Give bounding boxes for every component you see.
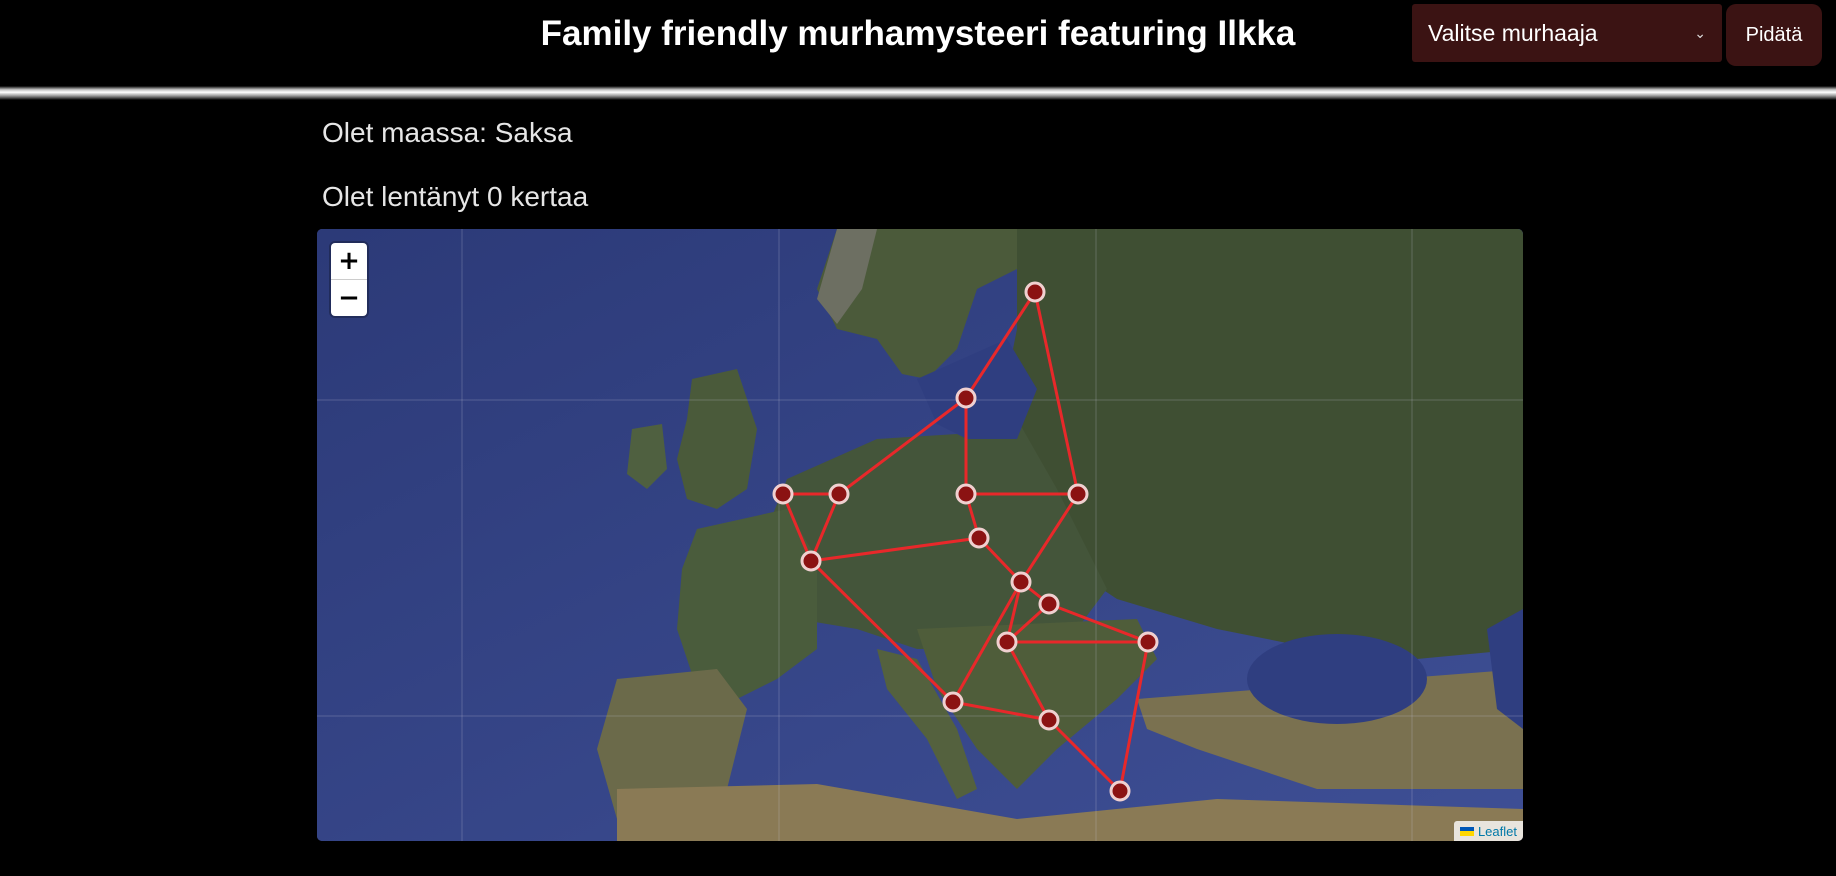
location-marker <box>828 483 850 505</box>
location-marker <box>1038 709 1060 731</box>
location-marker <box>1038 593 1060 615</box>
location-marker <box>955 387 977 409</box>
location-marker <box>1010 571 1032 593</box>
location-marker <box>942 691 964 713</box>
location-marker <box>955 483 977 505</box>
flight-count: Olet lentänyt 0 kertaa <box>322 181 589 212</box>
leaflet-link[interactable]: Leaflet <box>1478 824 1517 839</box>
map[interactable]: + − Leaflet <box>317 229 1523 841</box>
location-marker <box>1067 483 1089 505</box>
zoom-in-button[interactable]: + <box>331 243 367 280</box>
map-attribution: Leaflet <box>1453 821 1523 841</box>
murderer-select-value: Valitse murhaaja <box>1428 19 1598 46</box>
header-divider <box>0 86 1836 100</box>
top-bar: Family friendly murhamysteeri featuring … <box>0 0 1836 84</box>
map-tiles <box>317 229 1523 841</box>
ukraine-flag-icon <box>1459 826 1474 836</box>
location-marker <box>1109 780 1131 802</box>
murderer-select[interactable]: Valitse murhaaja ⌄ <box>1412 4 1722 62</box>
location-marker <box>1137 631 1159 653</box>
zoom-control: + − <box>331 243 367 316</box>
chevron-down-icon: ⌄ <box>1694 24 1706 41</box>
current-country: Olet maassa: Saksa <box>322 117 573 148</box>
location-marker <box>1024 281 1046 303</box>
zoom-out-button[interactable]: − <box>331 280 367 316</box>
location-marker <box>772 483 794 505</box>
arrest-button[interactable]: Pidätä <box>1726 4 1822 66</box>
location-marker <box>968 527 990 549</box>
location-marker <box>996 631 1018 653</box>
location-marker <box>800 550 822 572</box>
